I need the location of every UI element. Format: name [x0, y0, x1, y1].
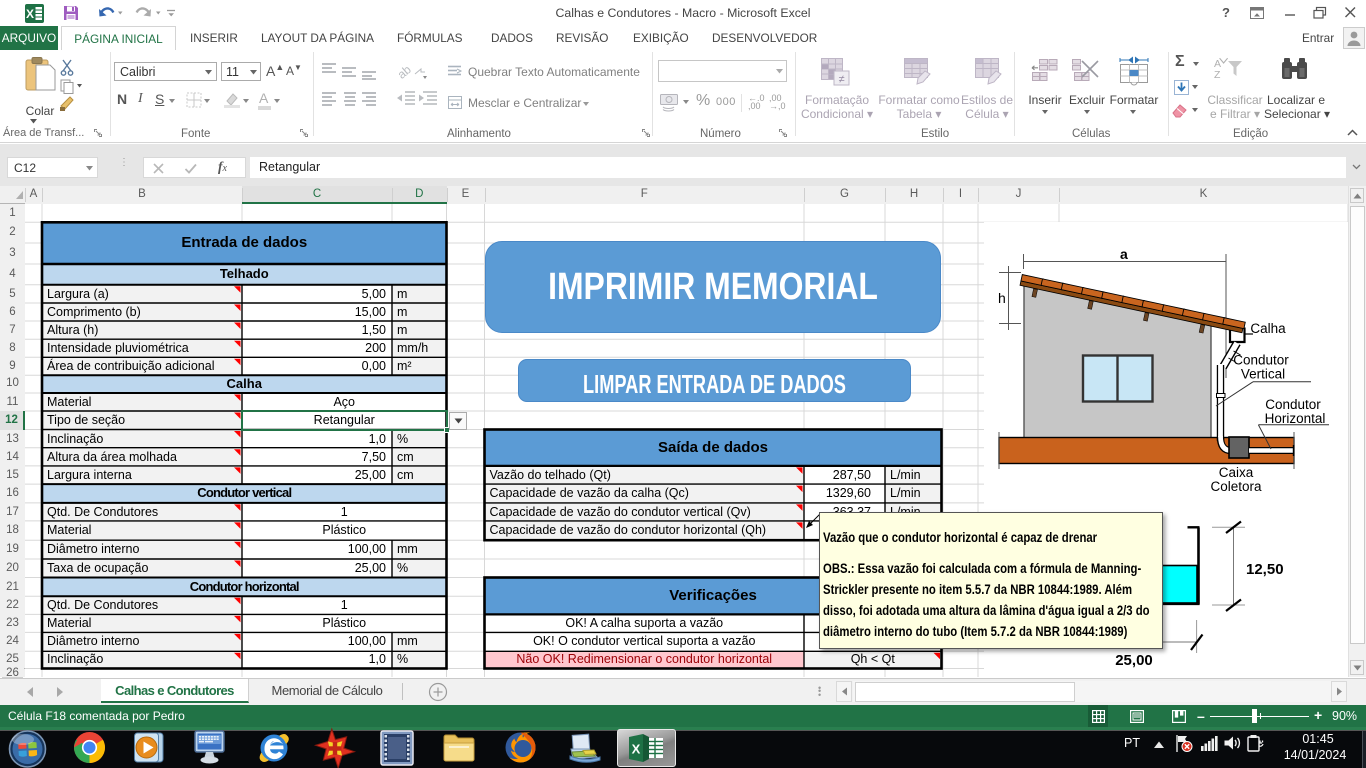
- svg-text:Calha: Calha: [1250, 321, 1286, 336]
- svg-text:Horizontal: Horizontal: [1265, 411, 1326, 426]
- svg-text:Condutor: Condutor: [1233, 353, 1289, 368]
- svg-text:Coletora: Coletora: [1210, 479, 1262, 494]
- svg-text:Z: Z: [1214, 69, 1221, 81]
- svg-text:Vertical: Vertical: [1241, 367, 1285, 382]
- svg-text:Condutor: Condutor: [1265, 397, 1321, 412]
- svg-text:X: X: [632, 742, 641, 757]
- svg-text:12,50: 12,50: [1246, 561, 1284, 578]
- svg-text:Caixa: Caixa: [1219, 465, 1254, 480]
- svg-text:a: a: [1120, 246, 1128, 262]
- svg-text:≠: ≠: [838, 74, 844, 86]
- svg-text:ab: ab: [395, 62, 414, 82]
- svg-text:h: h: [998, 290, 1006, 306]
- svg-text:25,00: 25,00: [1115, 652, 1153, 669]
